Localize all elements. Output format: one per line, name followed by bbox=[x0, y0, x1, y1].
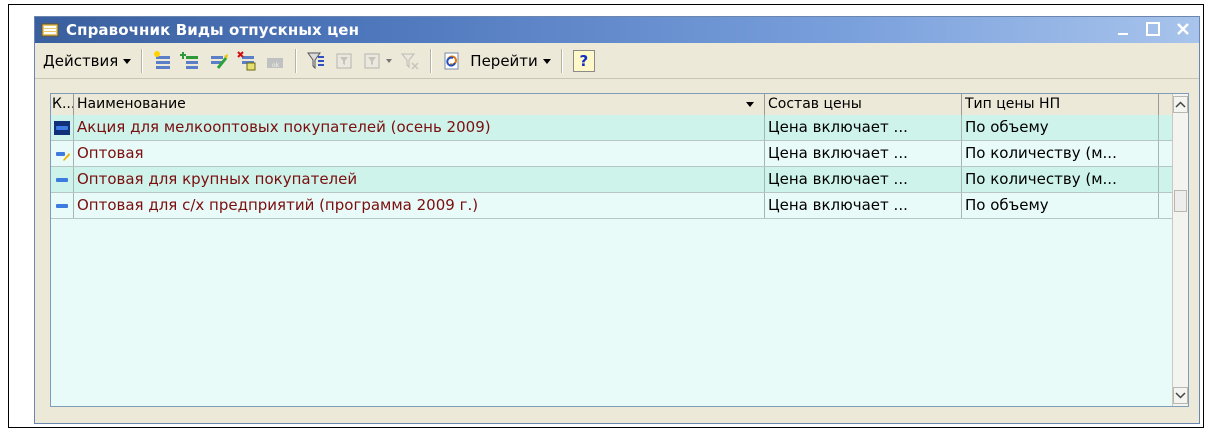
row-price-type: По количеству (м... bbox=[962, 141, 1159, 166]
minimize-icon bbox=[1118, 33, 1128, 35]
element-icon bbox=[54, 120, 70, 135]
filter-icon bbox=[307, 52, 325, 69]
row-name: Акция для мелкооптовых покупателей (осен… bbox=[74, 115, 765, 140]
row-icon-cell bbox=[51, 193, 74, 218]
table-header: К... Наименование Состав цены Тип цены Н… bbox=[51, 94, 1175, 116]
column-header-code[interactable]: К... bbox=[51, 94, 74, 115]
toolbar-separator bbox=[295, 48, 298, 73]
filter-history-button[interactable] bbox=[361, 49, 385, 73]
copy-icon bbox=[211, 53, 229, 69]
clear-filter-icon bbox=[401, 53, 419, 70]
mark-delete-icon bbox=[237, 50, 256, 70]
element-edit-icon bbox=[56, 151, 70, 161]
svg-text:ok: ok bbox=[272, 62, 280, 69]
row-name: Оптовая для с/х предприятий (программа 2… bbox=[74, 193, 765, 218]
barcode-icon: ok bbox=[267, 57, 284, 69]
row-price-type: По объему bbox=[962, 193, 1159, 218]
row-icon-cell bbox=[51, 167, 74, 192]
column-header-price-composition[interactable]: Состав цены bbox=[765, 94, 962, 115]
add-button[interactable] bbox=[151, 49, 175, 73]
maximize-icon bbox=[1146, 22, 1160, 36]
column-header-price-type[interactable]: Тип цены НП bbox=[962, 94, 1159, 115]
row-price-composition: Цена включает ... bbox=[765, 167, 962, 192]
mark-delete-button[interactable] bbox=[235, 49, 259, 73]
clear-filter-button[interactable] bbox=[398, 49, 422, 73]
barcode-button[interactable]: ok bbox=[263, 49, 287, 73]
element-icon bbox=[56, 177, 68, 182]
table-row[interactable]: Оптовая для крупных покупателей Цена вклю… bbox=[51, 167, 1175, 193]
filter-button[interactable] bbox=[305, 49, 329, 73]
add-group-button[interactable] bbox=[179, 49, 203, 73]
filter-history-icon bbox=[364, 53, 380, 68]
row-icon-cell bbox=[51, 141, 74, 166]
chevron-up-icon bbox=[1175, 101, 1186, 108]
chevron-down-icon bbox=[386, 58, 393, 63]
toolbar-separator bbox=[141, 48, 144, 73]
scroll-up-button[interactable] bbox=[1173, 96, 1188, 113]
chevron-down-icon bbox=[542, 59, 551, 64]
scroll-down-button[interactable] bbox=[1173, 387, 1188, 404]
table-row[interactable]: Оптовая Цена включает ... По количеству (м… bbox=[51, 141, 1175, 167]
row-name: Оптовая для крупных покупателей bbox=[74, 167, 765, 192]
title-bar[interactable]: Справочник Виды отпускных цен bbox=[35, 17, 1199, 43]
actions-menu[interactable]: Действия bbox=[39, 49, 135, 73]
row-price-composition: Цена включает ... bbox=[765, 115, 962, 140]
filter-value-icon bbox=[336, 53, 352, 68]
refresh-icon bbox=[444, 52, 459, 69]
copy-button[interactable] bbox=[207, 49, 231, 73]
chevron-down-icon bbox=[123, 59, 132, 64]
goto-menu[interactable]: Перейти bbox=[466, 49, 555, 73]
row-price-type: По количеству (м... bbox=[962, 167, 1159, 192]
table-row[interactable]: Акция для мелкооптовых покупателей (осен… bbox=[51, 115, 1175, 141]
goto-menu-label: Перейти bbox=[470, 51, 538, 70]
filter-value-button[interactable] bbox=[333, 49, 357, 73]
row-icon-cell bbox=[51, 115, 74, 140]
maximize-button[interactable] bbox=[1143, 19, 1163, 39]
row-price-type: По объему bbox=[962, 115, 1159, 140]
window-title: Справочник Виды отпускных цен bbox=[66, 21, 360, 39]
add-group-icon bbox=[180, 51, 199, 69]
catalog-icon bbox=[41, 23, 59, 37]
price-types-table[interactable]: К... Наименование Состав цены Тип цены Н… bbox=[50, 93, 1189, 407]
add-icon bbox=[154, 50, 171, 69]
vertical-scrollbar[interactable] bbox=[1172, 94, 1188, 406]
toolbar: Действия ok Перейти ? bbox=[35, 43, 1199, 79]
close-button[interactable] bbox=[1173, 19, 1193, 39]
column-header-name[interactable]: Наименование bbox=[74, 94, 765, 115]
column-header-name-label: Наименование bbox=[77, 96, 186, 112]
element-icon bbox=[56, 203, 68, 208]
chevron-down-icon bbox=[1175, 392, 1186, 399]
help-button[interactable]: ? bbox=[572, 49, 595, 72]
scroll-thumb[interactable] bbox=[1174, 190, 1187, 212]
refresh-button[interactable] bbox=[440, 49, 464, 73]
help-icon: ? bbox=[579, 51, 589, 70]
toolbar-separator bbox=[430, 48, 433, 73]
minimize-button[interactable] bbox=[1113, 19, 1133, 39]
row-name: Оптовая bbox=[74, 141, 765, 166]
actions-menu-label: Действия bbox=[43, 51, 119, 70]
table-row[interactable]: Оптовая для с/х предприятий (программа 2… bbox=[51, 193, 1175, 219]
toolbar-separator bbox=[560, 48, 563, 73]
sort-arrow-icon bbox=[746, 102, 754, 107]
row-price-composition: Цена включает ... bbox=[765, 141, 962, 166]
row-price-composition: Цена включает ... bbox=[765, 193, 962, 218]
catalog-window: Справочник Виды отпускных цен Действия o… bbox=[34, 16, 1200, 424]
close-icon bbox=[1177, 23, 1189, 35]
